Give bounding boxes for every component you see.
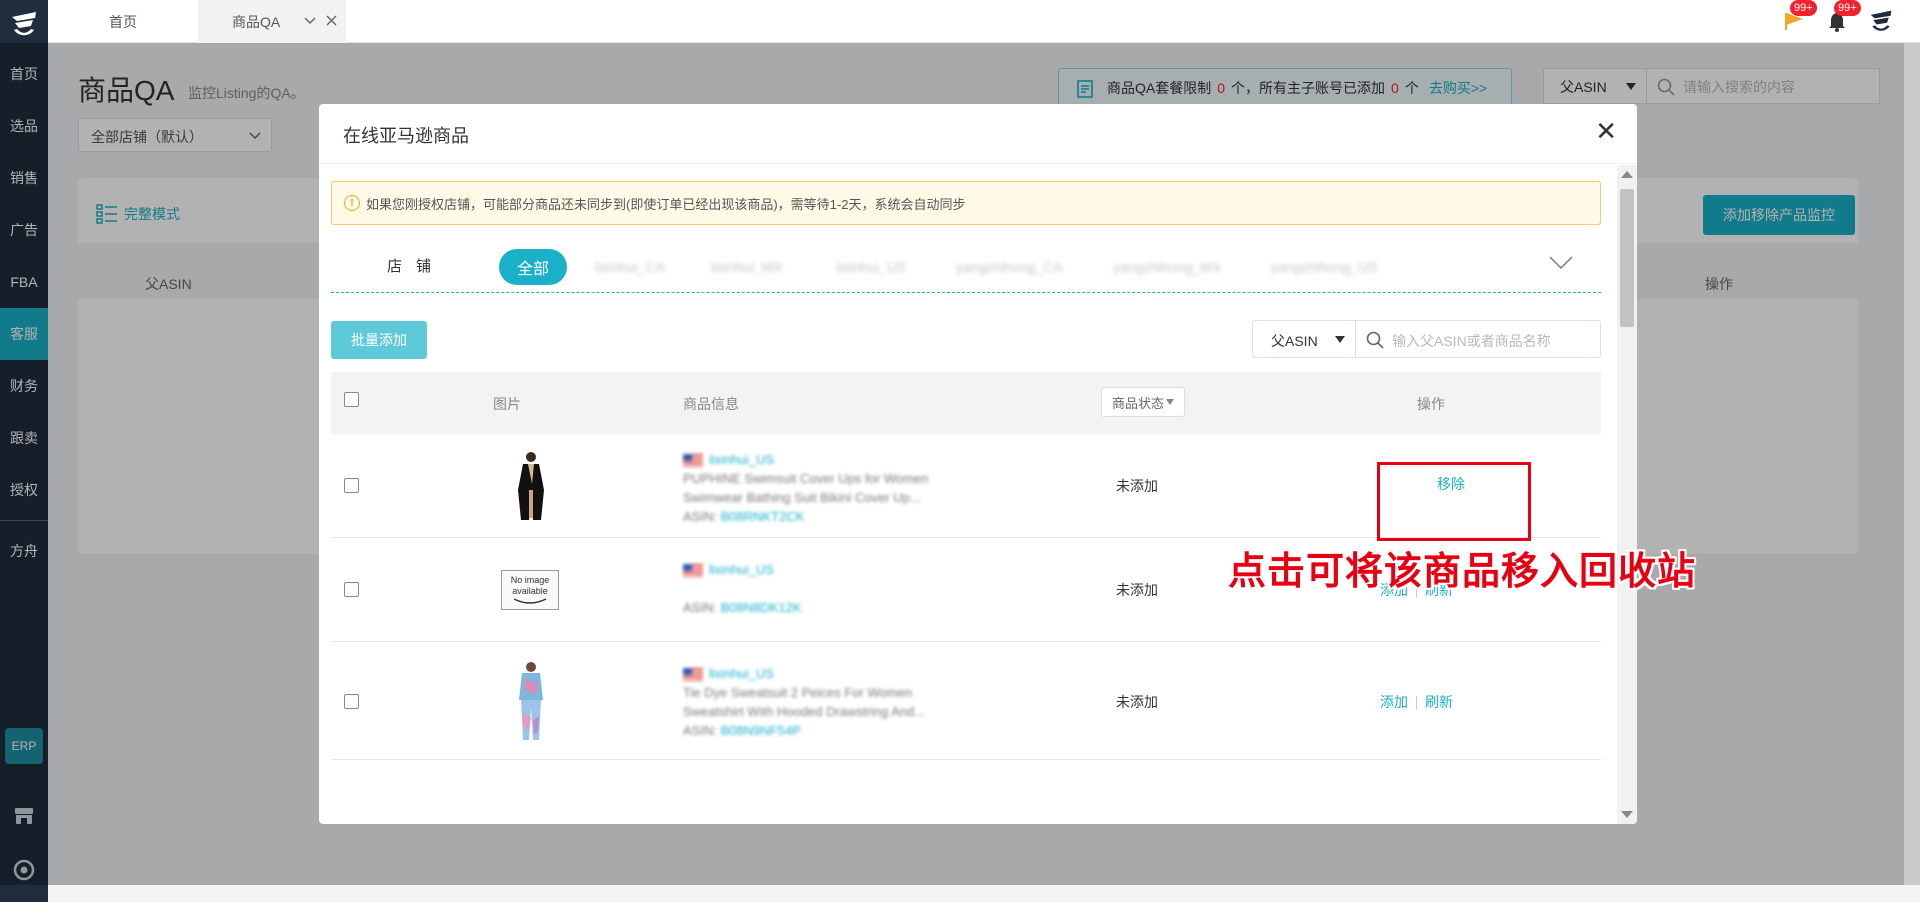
column-product-info: 商品信息 [683,396,739,412]
us-flag-icon [683,454,703,468]
store-chip[interactable]: yangzhihong_MX [1113,249,1221,285]
us-flag-icon [683,564,703,578]
close-icon[interactable]: ✕ [1595,118,1617,144]
us-flag-icon [683,668,703,682]
no-image-text: No image [510,575,550,585]
store-chip[interactable]: yangzhihong_CA [956,249,1063,285]
scroll-up-arrow-icon[interactable] [1621,171,1633,178]
flag-badge: 99+ [1790,0,1817,16]
asin-label: ASIN: [683,723,717,738]
add-link[interactable]: 添加 [1380,694,1408,710]
close-tab-icon[interactable] [326,15,337,26]
row-checkbox[interactable] [344,694,359,709]
store-chip[interactable]: lixinhui_CA [595,249,665,285]
product-store-link[interactable]: lixinhui_US [709,562,774,577]
product-title-line: PUPHINE Swimsuit Cover Ups for Women [683,471,929,486]
modal-header: 在线亚马逊商品 ✕ [319,104,1637,164]
product-info: lixinhui_US ASIN: B08N8DK12K [683,560,953,617]
modal-search-input[interactable]: 输入父ASIN或者商品名称 [1355,320,1601,358]
top-right-tools: 99+ 99+ [1778,0,1896,36]
page-scrollbar[interactable] [1904,43,1920,885]
modal-search-placeholder: 输入父ASIN或者商品名称 [1392,333,1551,349]
store-filter-label: 店铺 [387,258,446,275]
store-chip[interactable]: lixinhui_US [836,249,906,285]
user-avatar[interactable] [1866,6,1896,36]
tab-home-label: 首页 [109,13,137,30]
product-info: lixinhui_US PUPHINE Swimsuit Cover Ups f… [683,450,953,526]
store-filter-row: 店铺 全部 lixinhui_CA lixinhui_MX lixinhui_U… [331,241,1601,293]
scroll-down-arrow-icon[interactable] [1621,811,1633,818]
no-image-placeholder[interactable]: No image available [501,570,559,610]
logo-icon [12,12,36,36]
product-title-line: Tie Dye Sweatsuit 2 Peices For Women [683,685,913,700]
modal-asin-type-select[interactable]: 父ASIN [1252,320,1356,358]
asin-label: ASIN: [683,600,717,615]
modal-asin-type-value: 父ASIN [1271,333,1318,349]
top-bar: 首页 商品QA 99+ 99+ [48,0,1920,43]
batch-add-button[interactable]: 批量添加 [331,321,427,359]
bell-badge: 99+ [1834,0,1861,16]
sync-notice-text: 如果您刚授权店铺，可能部分商品还未同步到(即使订单已经出现该商品)，需等待1-2… [366,196,966,212]
row-actions: 添加 刷新 [1380,692,1453,712]
action-divider [1416,696,1417,711]
product-status: 未添加 [1116,478,1158,494]
caret-down-icon [1166,399,1174,405]
footer-strip [48,885,1920,902]
sync-notice: ! 如果您刚授权店铺，可能部分商品还未同步到(即使订单已经出现该商品)，需等待1… [331,181,1601,225]
column-image: 图片 [493,396,521,412]
product-title-line: Sweatshirt With Hooded Drawstring And... [683,704,926,719]
remove-highlight-box [1377,462,1531,541]
row-checkbox[interactable] [344,582,359,597]
app-logo[interactable] [0,0,48,48]
product-title-line [683,579,953,598]
select-all-checkbox[interactable] [344,392,359,407]
flag-notification[interactable]: 99+ [1778,0,1817,36]
chevron-down-icon[interactable] [304,16,316,26]
warning-icon: ! [344,195,360,211]
avatar-logo-icon [1870,10,1892,31]
row-checkbox[interactable] [344,478,359,493]
product-status: 未添加 [1116,694,1158,710]
modal-scrollbar[interactable] [1617,165,1637,824]
status-filter-dropdown[interactable]: 商品状态 [1101,387,1185,417]
asin-label: ASIN: [683,509,717,524]
product-store-link[interactable]: lixinhui_US [709,666,774,681]
bell-notification[interactable]: 99+ [1822,0,1861,36]
tab-home[interactable]: 首页 [48,0,198,43]
scrollbar-thumb[interactable] [1620,189,1634,327]
product-title-line: Swimwear Bathing Suit Bikini Cover Up... [683,490,921,505]
store-chip[interactable]: lixinhui_MX [711,249,783,285]
product-store-link[interactable]: lixinhui_US [709,452,774,467]
store-chip-all[interactable]: 全部 [499,249,568,285]
product-image-robe[interactable] [511,450,551,522]
expand-chevron-icon[interactable] [1549,255,1573,271]
caret-down-icon [1335,336,1345,343]
modal-title: 在线亚马逊商品 [343,126,469,146]
amazon-smile-icon [513,598,547,604]
product-info: lixinhui_US Tie Dye Sweatsuit 2 Peices F… [683,664,953,740]
product-table-header: 图片 商品信息 商品状态 操作 [331,372,1601,434]
annotation-text: 点击可将该商品移入回收站 [1228,551,1697,593]
asin-value[interactable]: B08N8DK12K [721,600,802,615]
product-status: 未添加 [1116,582,1158,598]
asin-value[interactable]: B08N9NF54P [721,723,801,738]
no-image-text: available [512,586,548,596]
tab-product-qa[interactable]: 商品QA [198,0,346,43]
search-icon [1366,331,1384,349]
product-image-tie-dye-set[interactable] [511,660,551,744]
store-chip[interactable]: yangzhihong_US [1271,249,1378,285]
column-operation: 操作 [1417,396,1445,412]
asin-value[interactable]: B08RNKT2CK [721,509,805,524]
refresh-link[interactable]: 刷新 [1425,694,1453,710]
column-status: 商品状态 [1111,395,1164,411]
tab-product-qa-label: 商品QA [232,13,281,30]
table-row: lixinhui_US Tie Dye Sweatsuit 2 Peices F… [331,642,1601,760]
